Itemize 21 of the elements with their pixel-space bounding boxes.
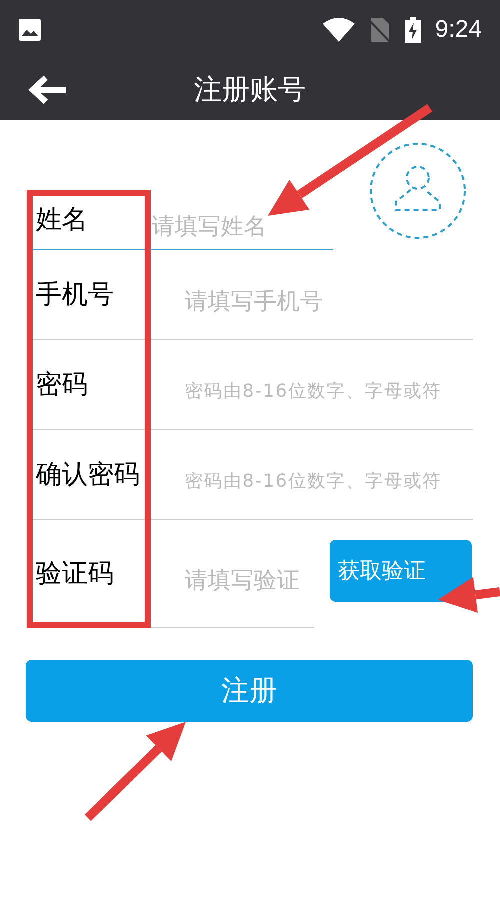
input-field[interactable]: 请填写姓名 [152,214,332,240]
wifi-icon [323,18,356,42]
field-label: 手机号 [35,279,115,312]
no-sim-icon [369,18,392,42]
battery-icon [405,17,422,43]
back-arrow-icon[interactable] [28,75,68,105]
status-time: 9:24 [435,16,482,44]
input-field[interactable]: 密码由8-16位数字、字母或符 [185,381,473,402]
get-code-button[interactable]: 获取验证 [330,540,472,602]
input-field[interactable]: 请填写手机号 [185,288,473,314]
field-label: 密码 [35,369,89,402]
toolbar-title: 注册账号 [194,73,306,106]
avatar-icon[interactable] [369,142,467,240]
arrow [438,577,500,613]
input-field[interactable]: 请填写验证 [185,568,310,594]
field-label: 姓名 [35,204,89,237]
register-button[interactable]: 注册 [26,660,473,722]
field-label: 验证码 [35,558,115,591]
input-field[interactable]: 密码由8-16位数字、字母或符 [185,471,473,492]
field-label: 确认密码 [35,459,141,492]
image-icon [18,18,42,42]
